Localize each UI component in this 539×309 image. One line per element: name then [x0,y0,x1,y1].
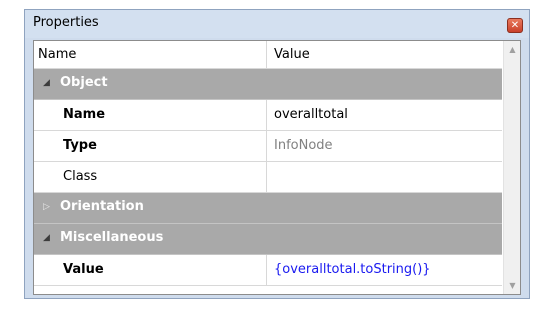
group-label: Orientation [60,199,144,214]
property-row-value[interactable]: Value {overalltotal.toString()} [34,255,502,286]
column-header-value[interactable]: Value [268,41,502,68]
scroll-up-arrow-icon[interactable]: ▲ [504,41,520,58]
property-row-type[interactable]: Type InfoNode [34,131,502,162]
group-row-miscellaneous[interactable]: ◢ Miscellaneous [34,224,502,255]
property-grid: Name Value ◢ Object Name overalltotal Ty… [33,40,521,295]
group-row-object[interactable]: ◢ Object [34,69,502,100]
close-button[interactable]: ✕ [507,18,523,33]
property-value: InfoNode [274,138,333,153]
expanded-triangle-icon[interactable]: ◢ [43,233,50,243]
property-row-name[interactable]: Name overalltotal [34,100,502,131]
scroll-down-arrow-icon[interactable]: ▼ [504,277,520,294]
column-header-row: Name Value [34,41,502,69]
property-name: Class [63,169,98,184]
property-value-cell[interactable]: overalltotal [268,100,502,130]
property-value[interactable]: {overalltotal.toString()} [274,262,431,277]
property-name-cell: Type [34,131,267,161]
panel-titlebar: Properties ✕ [25,10,529,38]
properties-panel: Properties ✕ Name Value ◢ Object Name ov… [24,9,530,299]
property-value-cell: InfoNode [268,131,502,161]
collapsed-triangle-icon[interactable]: ▷ [43,202,50,212]
column-header-value-label: Value [274,47,310,62]
property-name-cell: Value [34,255,267,285]
property-value[interactable]: overalltotal [274,107,348,122]
property-value-cell[interactable] [268,162,502,192]
panel-title: Properties [33,15,99,30]
property-name: Value [63,262,104,277]
column-header-name-label: Name [38,47,77,62]
property-value-cell[interactable]: {overalltotal.toString()} [268,255,502,285]
group-label: Miscellaneous [60,230,164,245]
group-row-orientation[interactable]: ▷ Orientation [34,193,502,224]
property-name-cell: Class [34,162,267,192]
column-header-name[interactable]: Name [34,41,267,68]
group-label: Object [60,75,108,90]
expanded-triangle-icon[interactable]: ◢ [43,78,50,88]
property-name: Type [63,138,97,153]
property-row-class[interactable]: Class [34,162,502,193]
property-name: Name [63,107,106,122]
vertical-scrollbar[interactable]: ▲ ▼ [503,41,520,294]
close-icon: ✕ [510,20,520,31]
property-name-cell: Name [34,100,267,130]
property-table: Name Value ◢ Object Name overalltotal Ty… [34,41,502,286]
